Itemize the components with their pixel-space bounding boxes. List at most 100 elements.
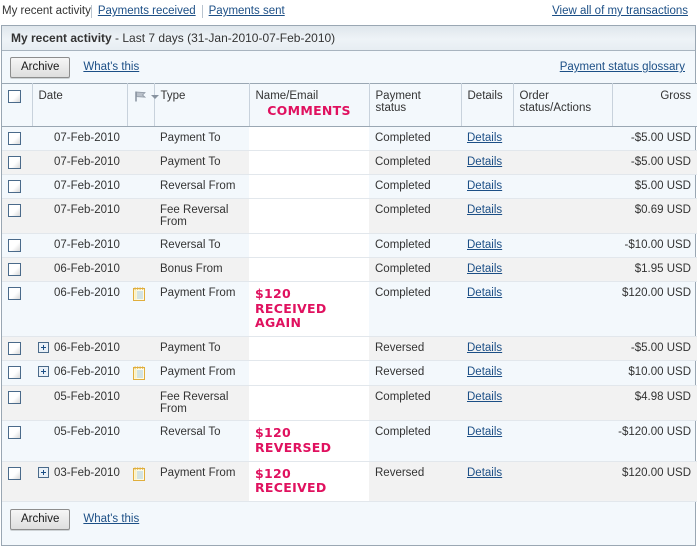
- row-select-cell[interactable]: [2, 174, 32, 199]
- cell-date: 06-Feb-2010: [32, 336, 127, 361]
- cell-type: Reversal To: [154, 233, 249, 258]
- row-select-cell[interactable]: [2, 461, 32, 502]
- payment-status-glossary-link[interactable]: Payment status glossary: [560, 61, 687, 73]
- cell-details[interactable]: Details: [461, 336, 513, 361]
- details-link[interactable]: Details: [467, 342, 502, 354]
- header-flag[interactable]: [127, 83, 159, 127]
- details-link[interactable]: Details: [467, 366, 502, 378]
- annotation-text: $120 RECEIVED: [255, 465, 327, 496]
- details-link[interactable]: Details: [467, 467, 502, 479]
- nav-current-my-recent-activity: My recent activity: [2, 5, 91, 17]
- chevron-down-icon: [150, 94, 159, 99]
- cell-name-email: [249, 150, 369, 175]
- whats-this-link-bottom[interactable]: What's this: [83, 513, 139, 525]
- row-select-cell[interactable]: [2, 336, 32, 361]
- cell-type: Payment From: [154, 281, 249, 338]
- row-select-cell[interactable]: [2, 360, 32, 386]
- nav-link-payments-sent[interactable]: Payments sent: [203, 5, 291, 17]
- table-row[interactable]: 07-Feb-2010 Payment To Completed Details -$5…: [2, 126, 697, 151]
- row-select-cell[interactable]: [2, 233, 32, 258]
- cell-details[interactable]: Details: [461, 198, 513, 234]
- select-all-checkbox[interactable]: [8, 90, 21, 103]
- date-text: 06-Feb-2010: [54, 286, 120, 299]
- details-link[interactable]: Details: [467, 132, 502, 144]
- cell-details[interactable]: Details: [461, 420, 513, 462]
- row-checkbox[interactable]: [8, 391, 21, 404]
- row-select-cell[interactable]: [2, 385, 32, 421]
- cell-type: Payment From: [154, 360, 249, 386]
- cell-details[interactable]: Details: [461, 150, 513, 175]
- header-order-status-actions[interactable]: Order status/Actions: [513, 83, 613, 127]
- annotation-comments: COMMENTS: [267, 103, 351, 118]
- cell-type: Fee Reversal From: [154, 198, 249, 234]
- cell-details[interactable]: Details: [461, 360, 513, 386]
- row-checkbox[interactable]: [8, 342, 21, 355]
- row-checkbox[interactable]: [8, 262, 21, 276]
- table-row[interactable]: 06-Feb-2010 Payment To Reversed Details -$5.…: [2, 336, 697, 361]
- table-row[interactable]: 06-Feb-2010 Payment From $120 RECEIVED AGA…: [2, 281, 697, 338]
- table-row[interactable]: 03-Feb-2010 Payment From $120 RECEIVED Reve…: [2, 461, 697, 502]
- header-details[interactable]: Details: [461, 83, 514, 127]
- details-link[interactable]: Details: [467, 391, 502, 403]
- row-checkbox[interactable]: [8, 155, 21, 169]
- row-checkbox[interactable]: [8, 203, 21, 217]
- cell-order-status: [513, 126, 612, 151]
- cell-order-status: [513, 385, 612, 421]
- table-row[interactable]: 07-Feb-2010 Fee Reversal From Completed Det…: [2, 198, 697, 234]
- whats-this-link-top[interactable]: What's this: [83, 61, 139, 73]
- table-row[interactable]: 06-Feb-2010 Payment From Reversed Details $1…: [2, 360, 697, 386]
- cell-details[interactable]: Details: [461, 461, 513, 502]
- header-payment-status[interactable]: Payment status: [369, 83, 462, 127]
- details-link[interactable]: Details: [467, 287, 502, 299]
- nav-link-view-all-transactions[interactable]: View all of my transactions: [546, 5, 694, 17]
- expand-row-icon[interactable]: [38, 466, 49, 478]
- row-checkbox[interactable]: [8, 131, 21, 145]
- expand-row-icon[interactable]: [38, 366, 49, 378]
- row-select-cell[interactable]: [2, 198, 32, 234]
- header-type[interactable]: Type: [154, 83, 250, 127]
- cell-details[interactable]: Details: [461, 281, 513, 338]
- row-checkbox[interactable]: [8, 466, 21, 480]
- row-checkbox[interactable]: [8, 238, 21, 252]
- cell-note: [127, 336, 154, 361]
- row-checkbox[interactable]: [8, 426, 21, 439]
- row-checkbox[interactable]: [8, 179, 21, 193]
- row-select-cell[interactable]: [2, 126, 32, 151]
- row-select-cell[interactable]: [2, 420, 32, 462]
- cell-details[interactable]: Details: [461, 174, 513, 199]
- archive-button-top[interactable]: Archive: [10, 56, 71, 78]
- cell-date: 05-Feb-2010: [32, 420, 127, 462]
- table-row[interactable]: 06-Feb-2010 Bonus From Completed Details $1.…: [2, 257, 697, 282]
- expand-row-icon[interactable]: [38, 342, 49, 354]
- details-link[interactable]: Details: [467, 263, 502, 275]
- header-date[interactable]: Date: [32, 83, 128, 127]
- row-select-cell[interactable]: [2, 150, 32, 175]
- cell-details[interactable]: Details: [461, 126, 513, 151]
- details-link[interactable]: Details: [467, 239, 502, 251]
- archive-button-bottom[interactable]: Archive: [10, 508, 71, 530]
- table-row[interactable]: 07-Feb-2010 Payment To Completed Details -$5…: [2, 150, 697, 175]
- details-link[interactable]: Details: [467, 426, 502, 438]
- cell-order-status: [513, 174, 612, 199]
- cell-details[interactable]: Details: [461, 257, 513, 282]
- row-checkbox[interactable]: [8, 286, 21, 300]
- row-select-cell[interactable]: [2, 257, 32, 282]
- header-select-all[interactable]: [2, 83, 33, 127]
- header-name-email[interactable]: Name/Email COMMENTS: [249, 83, 370, 127]
- row-select-cell[interactable]: [2, 281, 32, 338]
- details-link[interactable]: Details: [467, 180, 502, 192]
- table-row[interactable]: 05-Feb-2010 Fee Reversal From Completed Det…: [2, 385, 697, 421]
- header-gross[interactable]: Gross: [612, 83, 697, 127]
- cell-details[interactable]: Details: [461, 233, 513, 258]
- cell-details[interactable]: Details: [461, 385, 513, 421]
- table-row[interactable]: 07-Feb-2010 Reversal To Completed Details -$…: [2, 233, 697, 258]
- nav-link-payments-received[interactable]: Payments received: [92, 5, 202, 17]
- details-link[interactable]: Details: [467, 204, 502, 216]
- flag-sort-control[interactable]: [134, 90, 159, 103]
- row-checkbox[interactable]: [8, 366, 21, 379]
- table-row[interactable]: 07-Feb-2010 Reversal From Completed Details…: [2, 174, 697, 199]
- details-link[interactable]: Details: [467, 156, 502, 168]
- cell-name-email: [249, 336, 369, 361]
- table-row[interactable]: 05-Feb-2010 Reversal To $120 REVERSED Compl…: [2, 420, 697, 462]
- date-text: 06-Feb-2010: [54, 342, 120, 354]
